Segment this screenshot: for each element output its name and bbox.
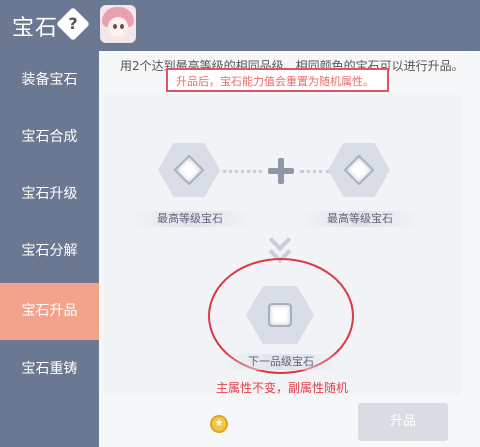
result-note: 主属性不变，副属性随机 xyxy=(215,381,348,395)
warning-text: 升品后，宝石能力值会重置为随机属性。 xyxy=(176,75,374,88)
sidebar: 装备宝石 宝石合成 宝石升级 宝石分解 宝石升品 宝石重铸 xyxy=(0,51,99,447)
result-slot-label: 下一品级宝石 xyxy=(221,354,341,370)
left-slot-label: 最高等级宝石 xyxy=(130,211,250,227)
character-avatar-icon[interactable] xyxy=(100,5,136,43)
plus-icon xyxy=(268,158,294,184)
sidebar-item-gem-levelup[interactable]: 宝石升级 xyxy=(0,166,99,223)
connector-dots-right xyxy=(300,170,330,174)
right-slot-label: 最高等级宝石 xyxy=(300,211,420,227)
sidebar-item-gem-combine[interactable]: 宝石合成 xyxy=(0,109,99,166)
connector-dots-left xyxy=(216,170,262,174)
gem-icon xyxy=(343,154,375,186)
sidebar-item-gem-decompose[interactable]: 宝石分解 xyxy=(0,223,99,280)
sidebar-item-equip-gem[interactable]: 装备宝石 xyxy=(0,52,99,109)
sidebar-item-gem-promote[interactable]: 宝石升品 xyxy=(0,283,99,340)
upgrade-button[interactable]: 升品 xyxy=(358,403,448,441)
sidebar-item-gem-recast[interactable]: 宝石重铸 xyxy=(0,341,99,398)
gem-icon xyxy=(268,303,292,327)
question-icon[interactable]: ? xyxy=(56,7,90,41)
gem-icon xyxy=(173,154,205,186)
page-title: 宝石 xyxy=(12,16,59,41)
coin-icon: ★ xyxy=(210,415,228,433)
